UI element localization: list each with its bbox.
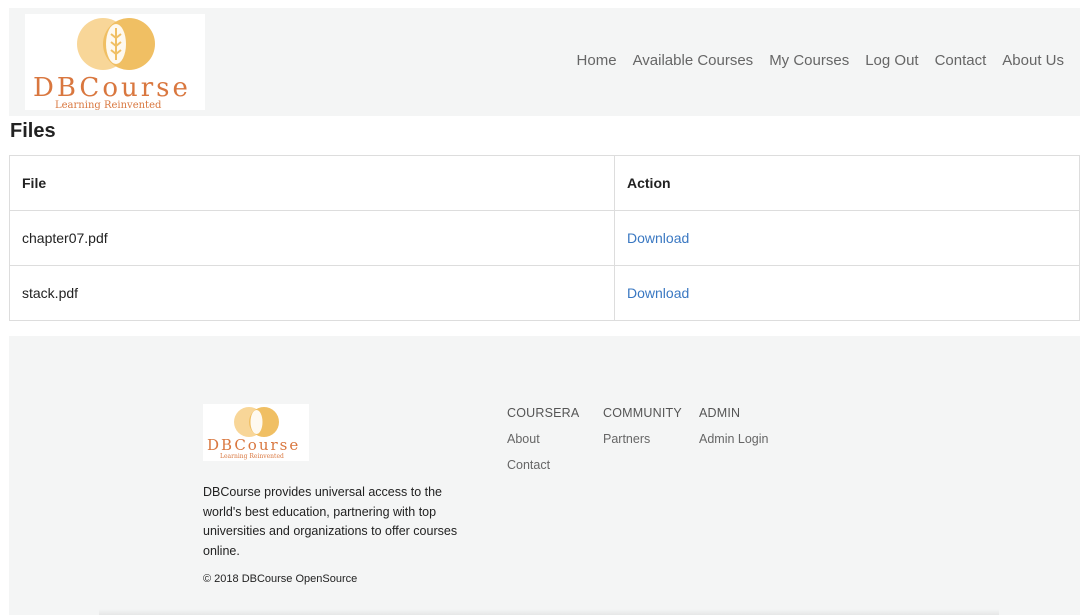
column-header-action: Action (614, 155, 1080, 211)
site-logo[interactable]: DBCourse Learning Reinvented (25, 14, 205, 110)
footer-column-coursera: COURSERA About Contact (507, 406, 579, 484)
download-link[interactable]: Download (627, 230, 689, 246)
nav-my-courses[interactable]: My Courses (769, 52, 849, 69)
nav-contact[interactable]: Contact (935, 52, 987, 69)
site-footer: DBCourse Learning Reinvented DBCourse pr… (9, 336, 1080, 615)
nav-log-out[interactable]: Log Out (865, 52, 918, 69)
action-cell: Download (614, 265, 1080, 321)
footer-link-admin-login[interactable]: Admin Login (699, 432, 769, 446)
footer-shadow (99, 609, 999, 615)
footer-logo-tagline: Learning Reinvented (220, 453, 284, 460)
footer-link-about[interactable]: About (507, 432, 579, 446)
footer-column-heading: ADMIN (699, 406, 741, 420)
footer-column-heading: COMMUNITY (603, 406, 682, 420)
nav-available-courses[interactable]: Available Courses (633, 52, 754, 69)
footer-column-community: COMMUNITY Partners (603, 406, 682, 458)
file-name-cell: stack.pdf (9, 265, 615, 321)
site-header: DBCourse Learning Reinvented Home Availa… (9, 8, 1080, 116)
logo-wordmark: DBCourse (33, 73, 191, 103)
logo-tagline: Learning Reinvented (55, 100, 162, 110)
column-header-file: File (9, 155, 615, 211)
table-header-row: File Action (9, 155, 1080, 211)
footer-logo[interactable]: DBCourse Learning Reinvented (203, 404, 309, 461)
footer-description: DBCourse provides universal access to th… (203, 485, 458, 558)
file-name-cell: chapter07.pdf (9, 210, 615, 266)
footer-column-heading: COURSERA (507, 406, 580, 420)
action-cell: Download (614, 210, 1080, 266)
download-link[interactable]: Download (627, 285, 689, 301)
footer-link-contact[interactable]: Contact (507, 458, 579, 472)
nav-home[interactable]: Home (577, 52, 617, 69)
files-table: File Action chapter07.pdf Download stack… (9, 155, 1080, 321)
footer-logo-wordmark: DBCourse (207, 436, 300, 454)
nav-about-us[interactable]: About Us (1002, 52, 1064, 69)
table-row: stack.pdf Download (9, 265, 1080, 321)
footer-copyright: © 2018 DBCourse OpenSource (203, 573, 358, 585)
table-row: chapter07.pdf Download (9, 210, 1080, 266)
main-nav: Home Available Courses My Courses Log Ou… (577, 52, 1064, 69)
footer-link-partners[interactable]: Partners (603, 432, 682, 446)
page-title: Files (10, 120, 56, 142)
footer-column-admin: ADMIN Admin Login (699, 406, 769, 458)
